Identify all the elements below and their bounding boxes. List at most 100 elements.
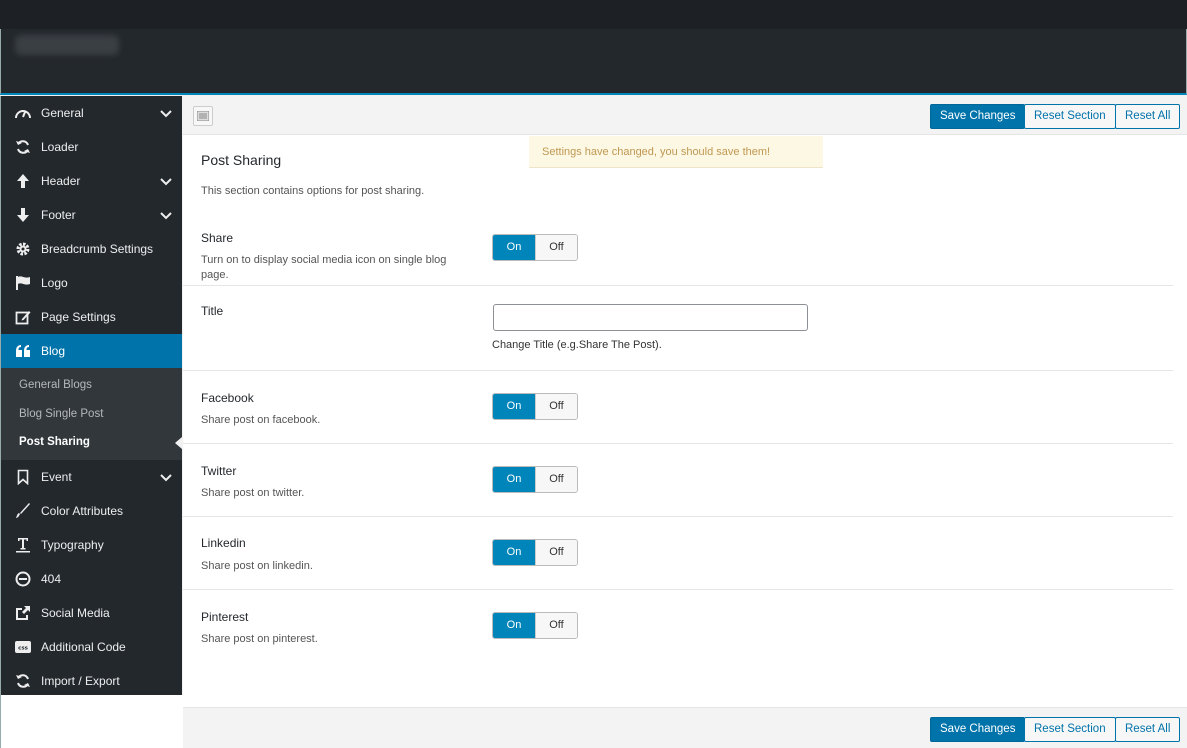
sidebar-item-label: Header bbox=[41, 174, 81, 188]
site-header bbox=[0, 29, 1187, 95]
section-description: This section contains options for post s… bbox=[201, 185, 425, 197]
text-icon bbox=[13, 535, 33, 555]
sidebar-subitem-post-sharing[interactable]: Post Sharing bbox=[1, 428, 182, 457]
bookmark-icon bbox=[13, 467, 33, 487]
top-bar bbox=[0, 0, 1187, 29]
sidebar-item-label: Breadcrumb Settings bbox=[41, 242, 154, 256]
chevron-down-icon[interactable] bbox=[160, 471, 172, 485]
blurred-logo bbox=[15, 35, 119, 55]
field-description: Share post on linkedin. bbox=[201, 560, 313, 572]
title-input[interactable] bbox=[493, 304, 808, 331]
svg-text:css: css bbox=[18, 645, 29, 651]
flag-icon bbox=[13, 273, 33, 293]
field-label: Linkedin bbox=[201, 536, 246, 550]
save-changes-button[interactable]: Save Changes bbox=[930, 104, 1026, 129]
sidebar-item-event[interactable]: Event bbox=[1, 460, 182, 494]
options-panel: Save Changes Reset Section Reset All Set… bbox=[183, 96, 1187, 748]
sidebar-item-label: Footer bbox=[41, 208, 76, 222]
sidebar-item-social-media[interactable]: Social Media bbox=[1, 596, 182, 630]
toggle-off[interactable]: Off bbox=[534, 394, 577, 419]
sidebar: General Loader Header Footer Breadcrumb … bbox=[0, 96, 182, 695]
facebook-toggle[interactable]: On Off bbox=[492, 393, 578, 420]
save-changes-button[interactable]: Save Changes bbox=[930, 717, 1026, 742]
expand-options-button[interactable] bbox=[193, 106, 213, 126]
field-row-linkedin: Linkedin Share post on linkedin. On Off bbox=[183, 517, 1173, 590]
refresh-icon bbox=[13, 671, 33, 691]
sidebar-subitem-general-blogs[interactable]: General Blogs bbox=[1, 371, 182, 400]
sidebar-footer-strip bbox=[0, 695, 183, 748]
field-label: Pinterest bbox=[201, 610, 249, 624]
field-description: Share post on pinterest. bbox=[201, 633, 318, 645]
sidebar-item-label: Typography bbox=[41, 537, 104, 552]
sidebar-item-label: Import / Export bbox=[41, 673, 120, 688]
toggle-off[interactable]: Off bbox=[534, 467, 577, 492]
bottom-toolbar: Save Changes Reset Section Reset All bbox=[183, 707, 1187, 748]
sidebar-item-page-settings[interactable]: Page Settings bbox=[1, 300, 182, 334]
title-help-text: Change Title (e.g.Share The Post). bbox=[492, 339, 662, 351]
toggle-off[interactable]: Off bbox=[534, 540, 577, 565]
sidebar-item-additional-code[interactable]: css Additional Code bbox=[1, 630, 182, 664]
toggle-on[interactable]: On bbox=[493, 467, 535, 492]
sidebar-item-color-attributes[interactable]: Color Attributes bbox=[1, 494, 182, 528]
sidebar-subitem-blog-single-post[interactable]: Blog Single Post bbox=[1, 400, 182, 429]
field-row-title: Title Change Title (e.g.Share The Post). bbox=[183, 286, 1173, 371]
sidebar-item-general[interactable]: General bbox=[1, 96, 182, 130]
sidebar-item-label: 404 bbox=[41, 571, 62, 586]
dashboard-icon bbox=[13, 103, 33, 123]
linkedin-toggle[interactable]: On Off bbox=[492, 539, 578, 566]
sidebar-item-404[interactable]: 404 bbox=[1, 562, 182, 596]
field-row-share: Share Turn on to display social media ic… bbox=[183, 220, 1173, 286]
sidebar-item-label: Page Settings bbox=[41, 310, 116, 324]
top-toolbar: Save Changes Reset Section Reset All bbox=[183, 96, 1187, 135]
sidebar-item-typography[interactable]: Typography bbox=[1, 528, 182, 562]
field-label: Share bbox=[201, 231, 234, 245]
current-arrow-icon bbox=[175, 437, 182, 449]
minus-circle-icon bbox=[13, 569, 33, 589]
sidebar-item-label: Blog bbox=[41, 344, 66, 358]
reset-section-button[interactable]: Reset Section bbox=[1024, 104, 1116, 129]
field-row-pinterest: Pinterest Share post on pinterest. On Of… bbox=[183, 590, 1173, 663]
sidebar-item-label: Social Media bbox=[41, 605, 110, 620]
field-label: Twitter bbox=[201, 464, 237, 478]
chevron-down-icon[interactable] bbox=[160, 209, 172, 223]
sidebar-item-breadcrumb-settings[interactable]: Breadcrumb Settings bbox=[1, 232, 182, 266]
sidebar-item-header[interactable]: Header bbox=[1, 164, 182, 198]
sidebar-item-footer[interactable]: Footer bbox=[1, 198, 182, 232]
sidebar-item-blog[interactable]: Blog bbox=[1, 334, 182, 368]
sidebar-item-import-export[interactable]: Import / Export bbox=[1, 664, 182, 698]
twitter-toggle[interactable]: On Off bbox=[492, 466, 578, 493]
sidebar-item-label: Color Attributes bbox=[41, 503, 124, 518]
list-icon bbox=[197, 111, 209, 121]
reset-all-button[interactable]: Reset All bbox=[1115, 717, 1181, 742]
reset-section-button[interactable]: Reset Section bbox=[1024, 717, 1116, 742]
field-description: Share post on facebook. bbox=[201, 414, 321, 426]
reset-all-button[interactable]: Reset All bbox=[1115, 104, 1181, 129]
arrow-up-icon bbox=[13, 171, 33, 191]
toggle-on[interactable]: On bbox=[493, 613, 535, 638]
toggle-off[interactable]: Off bbox=[534, 613, 577, 638]
sidebar-item-loader[interactable]: Loader bbox=[1, 130, 182, 164]
chevron-down-icon[interactable] bbox=[160, 175, 172, 189]
toggle-on[interactable]: On bbox=[493, 540, 535, 565]
share-toggle[interactable]: On Off bbox=[492, 234, 578, 261]
field-label: Title bbox=[201, 304, 224, 318]
css-icon: css bbox=[13, 637, 33, 657]
chevron-down-icon[interactable] bbox=[160, 107, 172, 121]
sidebar-item-label: General bbox=[41, 106, 84, 120]
save-notice: Settings have changed, you should save t… bbox=[529, 136, 823, 168]
toggle-on[interactable]: On bbox=[493, 394, 535, 419]
field-row-twitter: Twitter Share post on twitter. On Off bbox=[183, 444, 1173, 517]
sidebar-item-logo[interactable]: Logo bbox=[1, 266, 182, 300]
arrow-down-icon bbox=[13, 205, 33, 225]
edit-icon bbox=[13, 307, 33, 327]
brush-icon bbox=[13, 501, 33, 521]
toggle-on[interactable]: On bbox=[493, 235, 535, 260]
field-label: Facebook bbox=[201, 391, 254, 405]
section-title: Post Sharing bbox=[201, 152, 282, 168]
quote-icon bbox=[13, 341, 33, 361]
sidebar-item-label: Loader bbox=[41, 140, 79, 154]
field-row-facebook: Facebook Share post on facebook. On Off bbox=[183, 371, 1173, 444]
pinterest-toggle[interactable]: On Off bbox=[492, 612, 578, 639]
toggle-off[interactable]: Off bbox=[534, 235, 577, 260]
refresh-icon bbox=[13, 137, 33, 157]
